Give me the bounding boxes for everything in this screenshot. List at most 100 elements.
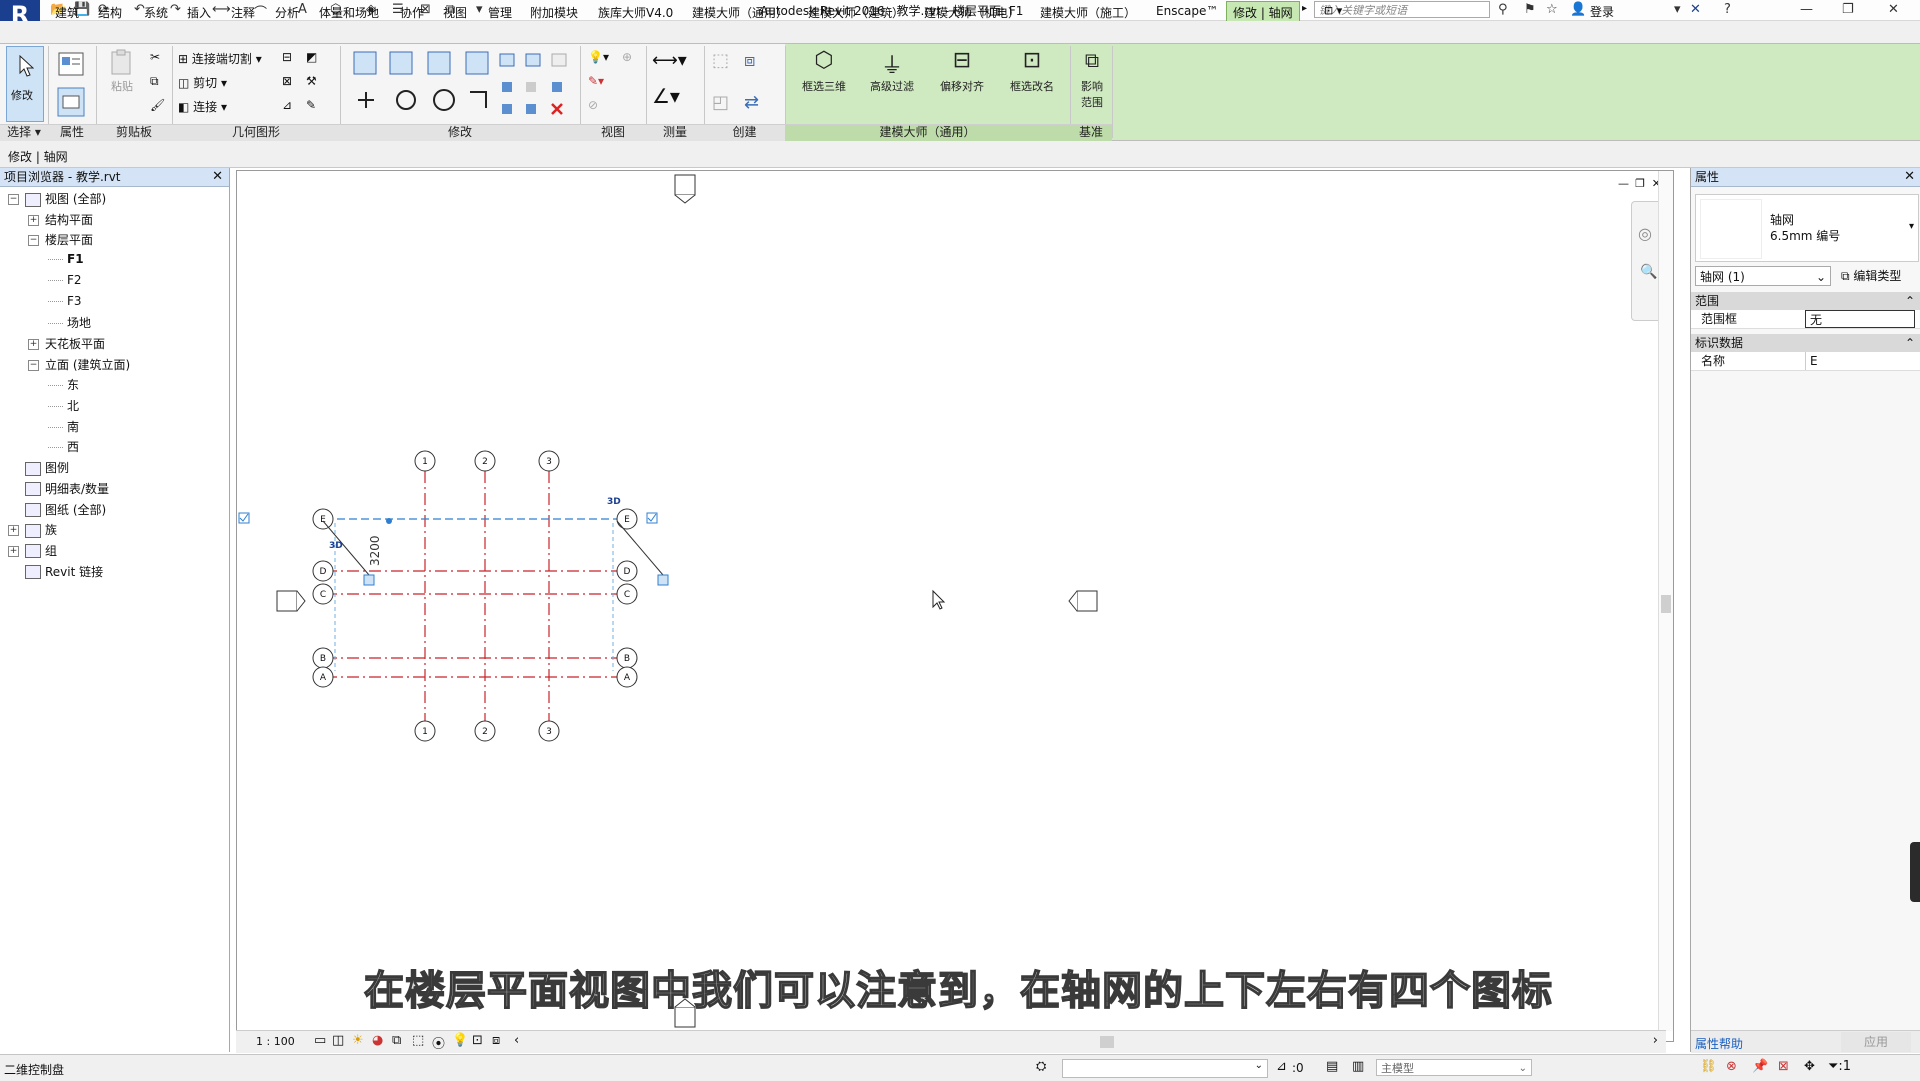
search-expand-icon[interactable]: ▸	[1302, 3, 1307, 14]
advanced-filter-button[interactable]: ⏚ 高级过滤	[864, 48, 920, 94]
scrollbar-thumb[interactable]	[1661, 595, 1671, 613]
dropdown-icon[interactable]: ▾	[1674, 2, 1681, 17]
crop-view-icon[interactable]: ⧉	[392, 1033, 401, 1048]
beam-join-icon[interactable]: ⊿	[282, 98, 292, 112]
create-group-icon[interactable]: ⧈	[744, 50, 755, 71]
copy-icon[interactable]: ⧉	[150, 74, 166, 90]
section-extents[interactable]: 范围 ⌃	[1691, 292, 1920, 310]
drag-on-selection-icon[interactable]: ✥	[1804, 1059, 1815, 1074]
tree-item[interactable]: + 结构平面	[28, 211, 93, 228]
restore-icon[interactable]: ❐	[1842, 2, 1854, 17]
text-icon[interactable]: A	[298, 2, 307, 17]
tab-modify-grids[interactable]: 修改 | 轴网	[1226, 1, 1300, 21]
override-graphics-icon[interactable]: ✎▾	[588, 74, 604, 88]
collapse-icon[interactable]: −	[28, 359, 39, 371]
floor-plan-view[interactable]: 1 2 31 2 3EDCBAEDCBA 3D 3D 3200	[237, 171, 1673, 1041]
exchange-apps-icon[interactable]: ✕	[1690, 2, 1701, 17]
paint-icon[interactable]: ⊠	[282, 74, 292, 88]
name-field[interactable]: E	[1805, 352, 1915, 370]
grid-lines[interactable]	[325, 471, 617, 721]
tab-addins[interactable]: 附加模块	[530, 4, 578, 21]
collapse-icon[interactable]: −	[8, 194, 19, 205]
expand-icon[interactable]: +	[28, 214, 39, 226]
view-scale[interactable]: 1 : 100	[256, 1035, 295, 1048]
tree-item[interactable]: 图例	[8, 459, 69, 476]
edit-type-button[interactable]: ⧉ 编辑类型	[1841, 266, 1901, 286]
select-pinned-icon[interactable]: 📌	[1752, 1059, 1768, 1074]
tree-item[interactable]: 北	[48, 397, 79, 414]
collapse-icon[interactable]: ⌃	[1905, 292, 1915, 310]
create-similar-icon[interactable]: ⇄	[744, 92, 759, 113]
linework-icon[interactable]: ⊘	[588, 98, 598, 112]
drag-handle[interactable]	[386, 518, 392, 524]
lock-icon[interactable]	[657, 574, 669, 586]
match-properties-icon[interactable]: 🖌	[150, 98, 166, 114]
view-template-icon[interactable]: ⊕	[622, 50, 632, 64]
hide-in-view-icon[interactable]: 💡▾	[588, 50, 609, 64]
worksets-icon[interactable]: ⛭	[1036, 1059, 1046, 1074]
reveal-hidden-icon[interactable]: 💡	[452, 1033, 468, 1048]
minimize-icon[interactable]: —	[1800, 2, 1813, 17]
analytical-model-icon[interactable]: ⊡	[472, 1033, 483, 1048]
view-restore-icon[interactable]: ❐	[1635, 177, 1645, 190]
tab-massing-site[interactable]: 体量和场地	[319, 4, 379, 21]
3d-label-right[interactable]: 3D	[607, 497, 621, 507]
type-properties-icon[interactable]	[56, 50, 86, 78]
dimension-text[interactable]: 3200	[368, 535, 382, 566]
shadows-icon[interactable]: ◕	[372, 1033, 383, 1048]
offset-align-button[interactable]: ⊟ 偏移对齐	[934, 48, 990, 94]
tree-item[interactable]: + 组	[8, 542, 57, 559]
lock-icon[interactable]	[363, 574, 375, 586]
section-identity-data[interactable]: 标识数据 ⌃	[1691, 334, 1920, 352]
close-icon[interactable]: ✕	[212, 168, 223, 186]
type-selector[interactable]: 轴网 6.5mm 编号 ▾	[1695, 194, 1919, 262]
tab-view[interactable]: 视图	[443, 4, 467, 21]
demolish-icon[interactable]: ⚒	[306, 74, 317, 88]
expand-icon[interactable]: +	[8, 525, 19, 537]
horizontal-scrollbar-thumb[interactable]	[1100, 1036, 1114, 1048]
tree-item[interactable]: 场地	[48, 314, 91, 331]
scope-box-button[interactable]: ⧉ 影响 范围	[1072, 48, 1112, 110]
customize-qat-icon[interactable]: ▾	[476, 2, 483, 17]
select-underlay-icon[interactable]: ⊗	[1726, 1059, 1737, 1074]
sun-path-icon[interactable]: ☀	[352, 1033, 364, 1048]
create-parts-icon[interactable]: ◰	[712, 92, 729, 113]
tab-jianmo-mep[interactable]: 建模大师（机电）	[924, 4, 1020, 21]
properties-icon[interactable]	[56, 86, 86, 118]
angular-measure-icon[interactable]: ∠▾	[652, 84, 680, 108]
binoculars-icon[interactable]: ⚲	[1498, 2, 1508, 17]
tab-structure[interactable]: 结构	[98, 4, 122, 21]
login-link[interactable]: 登录	[1590, 3, 1614, 20]
box-rename-button[interactable]: ⊡ 框选改名	[1004, 48, 1060, 94]
box-select-3d-button[interactable]: ⬡ 框选三维	[796, 48, 852, 94]
redo-icon[interactable]: ↷	[170, 2, 181, 17]
tab-analyze[interactable]: 分析	[275, 4, 299, 21]
instance-filter-select[interactable]: 轴网 (1) ⌄	[1695, 266, 1831, 286]
tree-item[interactable]: 明细表/数量	[8, 480, 109, 497]
tab-annotate[interactable]: 注释	[231, 4, 255, 21]
tree-item[interactable]: − 立面 (建筑立面)	[28, 356, 130, 373]
scope-box-field[interactable]: 无	[1805, 310, 1915, 328]
select-links-icon[interactable]: ⛓	[1700, 1059, 1717, 1074]
3d-label-left[interactable]: 3D	[329, 541, 343, 551]
tab-jianmo-architecture[interactable]: 建模大师（建筑）	[808, 4, 904, 21]
create-assembly-icon[interactable]: ⬚	[712, 50, 729, 71]
tab-family-library[interactable]: 族库大师V4.0	[598, 4, 673, 21]
show-crop-icon[interactable]: ⬚	[412, 1033, 424, 1048]
dimension-icon[interactable]: ⌒	[254, 2, 267, 21]
wall-joins-icon[interactable]: ⊟	[282, 50, 292, 64]
favorites-icon[interactable]: ☆	[1546, 2, 1558, 17]
tab-collaborate[interactable]: 协作	[400, 4, 424, 21]
drawing-area[interactable]: 123123EDCBAEDCBA 3D 3D 3200 — ❐ ✕ ◎ 🔍	[236, 170, 1674, 1042]
workset-select[interactable]: ⌄	[1062, 1059, 1268, 1078]
ribbon-minimize-icon[interactable]: ⊡ ▾	[1324, 4, 1342, 17]
elevation-marker-north[interactable]	[674, 174, 696, 204]
zoom-icon[interactable]: 🔍	[1640, 264, 1657, 280]
expand-icon[interactable]: +	[28, 338, 39, 350]
join-geometry-button[interactable]: ◧ 连接 ▾	[178, 98, 227, 115]
join-cut-button[interactable]: ⊞ 连接端切割 ▾	[178, 50, 262, 67]
paste-button[interactable]: 粘贴	[104, 48, 140, 94]
modify-button[interactable]: 修改	[6, 46, 44, 122]
collapse-icon[interactable]: −	[28, 235, 39, 247]
tab-jianmo-construction[interactable]: 建模大师（施工）	[1040, 4, 1136, 21]
